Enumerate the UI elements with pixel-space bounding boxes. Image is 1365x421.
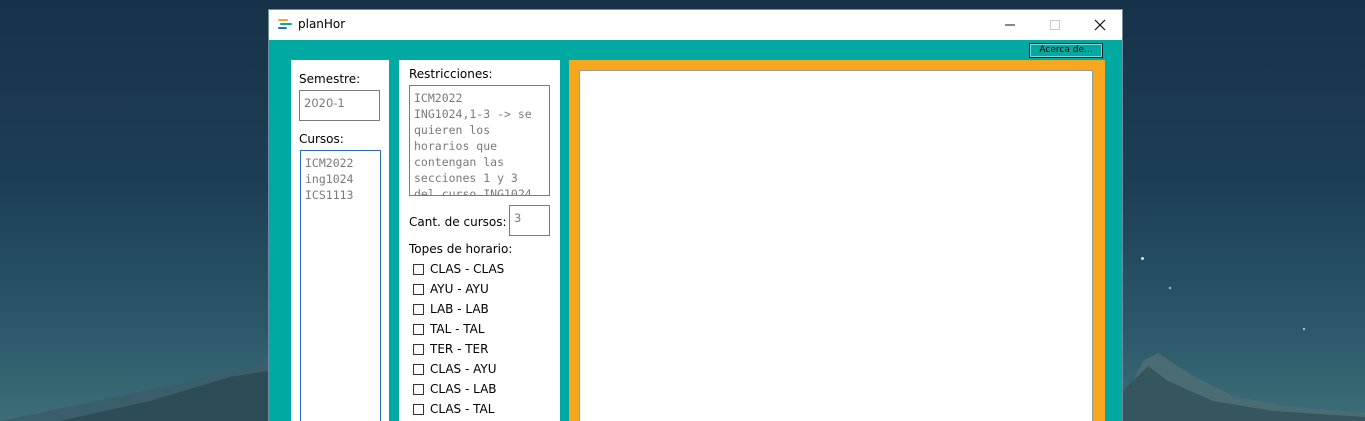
window-title: planHor — [298, 17, 346, 31]
checkbox-label: TER - TER — [430, 342, 489, 356]
checkbox[interactable] — [413, 363, 424, 375]
tope-checkbox-row[interactable]: CLAS - CLAS — [413, 261, 504, 277]
mountain-right — [1123, 353, 1365, 421]
checkbox-label: CLAS - CLAS — [430, 262, 505, 276]
tope-checkbox-row[interactable]: CLAS - TAL — [413, 401, 494, 417]
title-bar[interactable]: planHor — [269, 10, 1122, 40]
tope-checkbox-row[interactable]: LAB - LAB — [413, 301, 489, 317]
restricciones-textarea[interactable]: ICM2022 ING1024,1-3 -> se quieren los ho… — [409, 85, 550, 196]
tope-checkbox-row[interactable]: TAL - TAL — [413, 321, 485, 337]
minimize-icon — [1005, 24, 1015, 26]
maximize-icon — [1050, 20, 1060, 30]
restricciones-label: Restricciones: — [409, 67, 493, 81]
checkbox[interactable] — [413, 283, 424, 295]
tope-checkbox-row[interactable]: CLAS - LAB — [413, 381, 497, 397]
semestre-input[interactable]: 2020-1 — [299, 90, 380, 121]
tope-checkbox-row[interactable]: AYU - AYU — [413, 281, 489, 297]
cursos-label: Cursos: — [299, 132, 344, 146]
checkbox[interactable] — [413, 263, 424, 275]
checkbox[interactable] — [413, 383, 424, 395]
close-button[interactable] — [1077, 10, 1122, 40]
checkbox-label: AYU - AYU — [430, 282, 489, 296]
checkbox[interactable] — [413, 343, 424, 355]
results-panel — [569, 60, 1105, 421]
checkbox-label: TAL - TAL — [430, 322, 485, 336]
semestre-label: Semestre: — [299, 72, 361, 86]
app-window: planHor Acerca de... Semestre: 2020-1 Cu… — [268, 9, 1123, 421]
star — [1141, 257, 1144, 260]
checkbox[interactable] — [413, 303, 424, 315]
close-icon — [1094, 19, 1106, 31]
minimize-button[interactable] — [987, 10, 1033, 40]
checkbox-label: LAB - LAB — [430, 302, 489, 316]
mountain-left — [0, 361, 268, 421]
results-canvas[interactable] — [579, 70, 1093, 421]
cant-cursos-label: Cant. de cursos: — [409, 215, 507, 229]
checkbox[interactable] — [413, 323, 424, 335]
checkbox-label: CLAS - TAL — [430, 402, 495, 416]
app-icon — [278, 19, 292, 31]
checkbox-label: CLAS - AYU — [430, 362, 497, 376]
star — [1303, 328, 1305, 330]
topes-label: Topes de horario: — [409, 242, 513, 256]
course-input-panel: Semestre: 2020-1 Cursos: ICM2022 ing1024… — [291, 60, 389, 421]
about-button[interactable]: Acerca de... — [1029, 43, 1103, 58]
star — [1169, 287, 1171, 289]
checkbox[interactable] — [413, 403, 424, 415]
cursos-textarea[interactable]: ICM2022 ing1024 ICS1113 — [300, 150, 381, 421]
restrictions-panel: Restricciones: ICM2022 ING1024,1-3 -> se… — [399, 60, 560, 421]
checkbox-label: CLAS - LAB — [430, 382, 497, 396]
maximize-button[interactable] — [1032, 10, 1078, 40]
cant-cursos-input[interactable]: 3 — [509, 205, 550, 236]
tope-checkbox-row[interactable]: CLAS - AYU — [413, 361, 497, 377]
tope-checkbox-row[interactable]: TER - TER — [413, 341, 488, 357]
